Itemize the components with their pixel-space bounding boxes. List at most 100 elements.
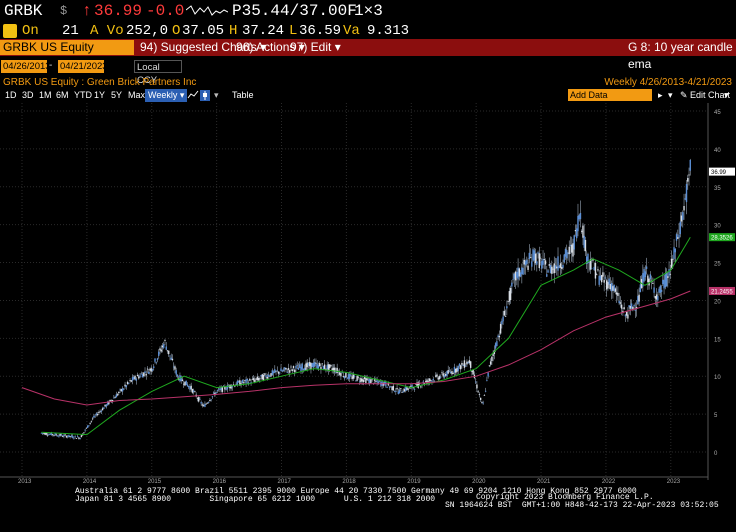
candle-body [272, 371, 275, 374]
candle-body [336, 367, 338, 373]
gear-icon[interactable]: ▸ [658, 89, 663, 102]
candle-body [413, 389, 416, 390]
security-field[interactable]: GRBK US Equity [0, 40, 134, 55]
candle-body [61, 436, 64, 438]
candle-body [83, 432, 85, 434]
candle-body [351, 376, 353, 380]
arrow-icon[interactable]: ▾ [214, 89, 219, 102]
add-data-input[interactable]: Add Data [568, 89, 652, 101]
period-ytd[interactable]: YTD [74, 89, 92, 102]
table-button[interactable]: Table [232, 89, 254, 102]
candle-body [494, 343, 497, 349]
candle-body [159, 348, 161, 351]
candle-body [390, 386, 392, 387]
on-label: On [22, 23, 39, 39]
candle-body [220, 387, 222, 391]
candle-body [316, 363, 318, 369]
candle-body [488, 365, 491, 367]
period-6m[interactable]: 6M [56, 89, 69, 102]
candle-body [375, 381, 377, 382]
candle-body [532, 249, 534, 261]
candle-body [346, 378, 348, 380]
bid-ask: P35.44/37.00F [232, 2, 357, 20]
candle-body [453, 366, 456, 373]
candle-body [106, 402, 109, 405]
chart-toolbar: 1D 3D 1M 6M YTD 1Y 5Y Max Weekly ▾ ▾ Tab… [0, 89, 736, 102]
period-1y[interactable]: 1Y [94, 89, 105, 102]
x-tick-label: 2015 [148, 479, 162, 485]
candle-body [196, 397, 199, 399]
candle-body [604, 277, 607, 279]
candle-body [564, 248, 567, 257]
candle-body [543, 259, 545, 260]
candle-body [477, 391, 479, 393]
candle-body [677, 237, 679, 239]
ticker-symbol[interactable]: GRBK [4, 0, 42, 22]
footer: Australia 61 2 9777 8600 Brazil 5511 239… [0, 487, 736, 530]
candle-body [448, 370, 451, 372]
edit-chart-button[interactable]: ✎ Edit Chart [680, 89, 730, 102]
period-max[interactable]: Max [128, 89, 145, 102]
more-icon[interactable]: ▾ [724, 89, 729, 102]
candle-body [402, 391, 404, 393]
candle-body [643, 269, 645, 282]
edit-menu[interactable]: 97) Edit ▾ [290, 39, 341, 56]
candle-body [563, 254, 565, 263]
candle-body [407, 388, 409, 390]
candle-icon[interactable] [200, 90, 210, 101]
period-1m[interactable]: 1M [39, 89, 52, 102]
candle-body [166, 350, 169, 352]
candle-body [201, 404, 204, 406]
x-tick-label: 2019 [407, 479, 421, 485]
candle-body [149, 368, 151, 371]
x-tick-label: 2017 [278, 479, 292, 485]
menu-bar: GRBK US Equity 94) Suggested Charts ▾ 96… [0, 39, 736, 71]
candle-body [516, 272, 518, 278]
period-3d[interactable]: 3D [22, 89, 34, 102]
candle-body [679, 221, 681, 235]
candle-body [348, 373, 351, 379]
candle-body [249, 378, 251, 381]
zoom-icon[interactable]: ▾ [668, 89, 673, 102]
candle-body [624, 314, 627, 317]
candle-body [275, 370, 277, 372]
candle-body [498, 335, 501, 338]
candle-body [544, 260, 547, 265]
candle-body [146, 368, 149, 370]
high-label: H [229, 23, 238, 39]
period-1d[interactable]: 1D [5, 89, 17, 102]
period-5y[interactable]: 5Y [111, 89, 122, 102]
currency-dropdown[interactable]: Local CCY [134, 60, 182, 86]
candle-body [523, 259, 526, 265]
candle-body [56, 435, 59, 437]
frequency-dropdown[interactable]: Weekly ▾ [145, 89, 188, 102]
open-label: O [172, 23, 181, 39]
candle-body [259, 378, 261, 380]
candle-body [660, 289, 663, 292]
candle-body [245, 379, 247, 384]
candle-body [559, 263, 562, 268]
candle-body [90, 420, 93, 422]
candle-body [499, 323, 502, 334]
candle-body [173, 366, 175, 368]
price-chart[interactable]: 454035302520151050 2013 2014 2015 2016 2017 2… [0, 103, 736, 487]
end-date-field[interactable]: 04/21/2023 [58, 60, 108, 73]
candle-body [319, 363, 321, 367]
candle-body [158, 351, 160, 356]
candle-body [602, 272, 604, 277]
candle-body [362, 379, 365, 383]
candle-body [138, 376, 140, 379]
candle-body [573, 235, 575, 250]
candle-body [517, 267, 519, 280]
candle-body [202, 405, 205, 406]
candle-body [186, 384, 189, 387]
candle-body [655, 294, 658, 300]
candle-body [185, 380, 187, 385]
start-date-field[interactable]: 04/26/2013 [1, 60, 51, 73]
candle-body [301, 363, 303, 370]
candle-body [216, 390, 219, 392]
candle-body [467, 362, 469, 364]
candle-body [378, 380, 381, 382]
candle-body [315, 362, 317, 364]
candle-body [620, 304, 623, 309]
